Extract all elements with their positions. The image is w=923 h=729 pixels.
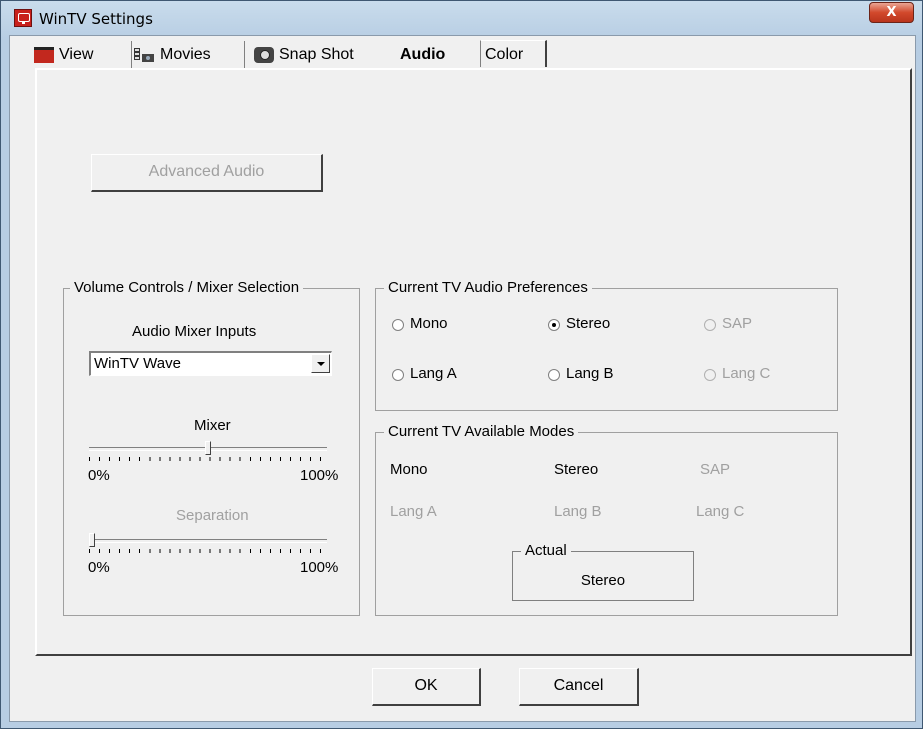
settings-window: WinTV Settings X View Movies Snap Shot A… (0, 0, 923, 729)
mixer-label: Mixer (194, 417, 231, 434)
mode-sap: SAP (700, 461, 731, 478)
audio-preferences-group-title: Current TV Audio Preferences (384, 279, 592, 296)
chevron-down-icon[interactable] (311, 354, 330, 373)
separation-label: Separation (176, 507, 249, 524)
separation-slider-ticks (89, 549, 327, 553)
tv-icon (34, 46, 54, 63)
audio-mixer-inputs-label: Audio Mixer Inputs (132, 323, 257, 340)
audio-mixer-inputs-value: WinTV Wave (94, 355, 181, 372)
cancel-button[interactable]: Cancel (519, 668, 639, 706)
mode-lang-a: Lang A (390, 503, 437, 520)
mixer-slider[interactable] (89, 439, 327, 465)
separation-slider-track (89, 539, 327, 543)
radio-sap[interactable] (704, 319, 716, 331)
ok-button[interactable]: OK (372, 668, 481, 706)
radio-mono-label[interactable]: Mono (410, 315, 448, 332)
actual-mode-label: Actual (521, 542, 571, 559)
mode-mono: Mono (390, 461, 428, 478)
film-icon (133, 46, 155, 64)
available-modes-group: Current TV Available Modes Mono Stereo S… (375, 423, 838, 616)
mode-lang-c: Lang C (696, 503, 745, 520)
window-title: WinTV Settings (39, 10, 153, 28)
separation-slider[interactable] (89, 531, 327, 557)
tab-audio[interactable]: Audio (396, 41, 484, 69)
tab-view[interactable]: View (30, 41, 132, 69)
advanced-audio-button[interactable]: Advanced Audio (91, 154, 323, 192)
tab-color-label: Color (485, 46, 524, 63)
radio-lang-b-label[interactable]: Lang B (566, 365, 614, 382)
separation-min-label: 0% (88, 559, 110, 576)
wintv-app-icon (14, 9, 32, 27)
available-modes-group-title: Current TV Available Modes (384, 423, 579, 440)
tab-color[interactable]: Color (480, 40, 547, 67)
mixer-slider-ticks (89, 457, 327, 461)
radio-lang-b[interactable] (548, 369, 560, 381)
audio-tab-page: Advanced Audio Volume Controls / Mixer S… (35, 68, 912, 656)
radio-lang-c[interactable] (704, 369, 716, 381)
close-button[interactable]: X (869, 2, 914, 23)
tab-snap-shot-label: Snap Shot (279, 46, 354, 63)
mode-lang-b: Lang B (554, 503, 602, 520)
tab-bar: View Movies Snap Shot Audio Color (10, 36, 915, 69)
mixer-max-label: 100% (300, 467, 339, 484)
tab-movies-label: Movies (160, 46, 211, 63)
title-bar[interactable]: WinTV Settings X (1, 1, 922, 35)
mixer-slider-thumb[interactable] (205, 441, 211, 455)
mixer-min-label: 0% (88, 467, 110, 484)
separation-slider-thumb[interactable] (89, 533, 95, 547)
camera-icon (254, 46, 274, 63)
radio-lang-a[interactable] (392, 369, 404, 381)
radio-stereo-label[interactable]: Stereo (566, 315, 610, 332)
audio-mixer-inputs-select[interactable]: WinTV Wave (89, 351, 332, 376)
mode-stereo: Stereo (554, 461, 599, 478)
radio-sap-label[interactable]: SAP (722, 315, 752, 332)
actual-mode-value: Stereo (580, 572, 626, 589)
dialog-client-area: View Movies Snap Shot Audio Color Advanc… (9, 35, 916, 722)
volume-controls-group: Volume Controls / Mixer Selection Audio … (63, 279, 360, 616)
tab-movies[interactable]: Movies (129, 41, 245, 69)
radio-stereo[interactable] (548, 319, 560, 331)
radio-lang-a-label[interactable]: Lang A (410, 365, 457, 382)
volume-controls-group-title: Volume Controls / Mixer Selection (70, 279, 304, 296)
tab-snap-shot[interactable]: Snap Shot (250, 41, 394, 69)
actual-mode-box: Actual Stereo (512, 542, 694, 601)
separation-max-label: 100% (300, 559, 339, 576)
radio-lang-c-label[interactable]: Lang C (722, 365, 770, 382)
radio-mono[interactable] (392, 319, 404, 331)
audio-preferences-group: Current TV Audio Preferences Mono Stereo… (375, 279, 838, 411)
tab-view-label: View (59, 46, 94, 63)
tab-audio-label: Audio (400, 46, 446, 63)
